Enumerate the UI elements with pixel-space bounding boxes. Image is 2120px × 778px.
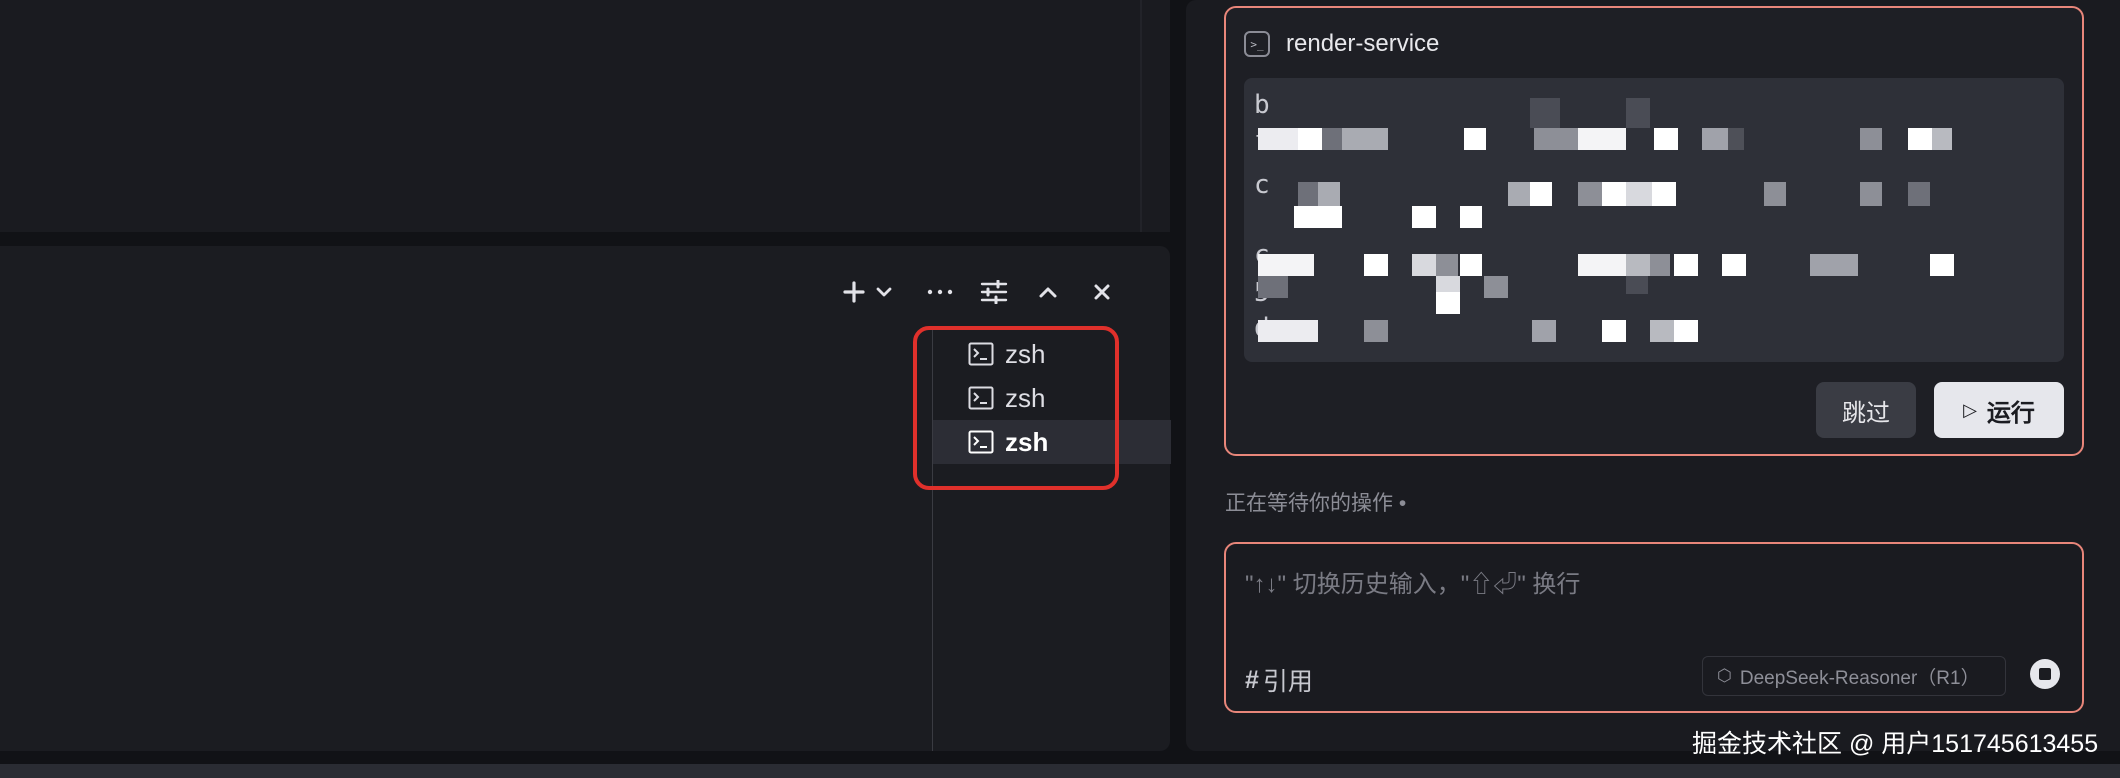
redacted-block xyxy=(1602,320,1626,342)
redacted-block xyxy=(1436,254,1458,276)
highlight-annotation xyxy=(913,326,1119,490)
skip-button[interactable]: 跳过 xyxy=(1816,382,1916,438)
redacted-block xyxy=(1530,182,1552,206)
terminal-dropdown-button[interactable] xyxy=(869,274,899,310)
redacted-block xyxy=(1728,128,1744,150)
redacted-block xyxy=(1258,128,1298,150)
redacted-char: c xyxy=(1254,170,1270,200)
chevron-up-icon xyxy=(1039,287,1057,298)
reference-label: 引用 xyxy=(1262,668,1313,696)
sliders-icon xyxy=(980,280,1008,304)
watermark: 掘金技术社区 @ 用户151745613455 xyxy=(1692,730,2099,758)
redacted-block xyxy=(1578,182,1602,206)
run-button[interactable]: ▷ 运行 xyxy=(1934,382,2064,438)
redacted-block xyxy=(1530,98,1560,128)
chat-input-placeholder: "↑↓" 切换历史输入，"⇧⏎" 换行 xyxy=(1245,571,1581,598)
redacted-block xyxy=(1364,254,1388,276)
redacted-block xyxy=(1626,98,1650,128)
redacted-block xyxy=(1298,128,1322,150)
redacted-block xyxy=(1460,254,1482,276)
close-panel-button[interactable] xyxy=(1079,274,1125,310)
stop-icon xyxy=(2039,668,2051,680)
terminal-panel: zsh zsh zsh xyxy=(0,246,1171,751)
redacted-block xyxy=(1652,182,1676,206)
redacted-block xyxy=(1508,182,1530,206)
redacted-block xyxy=(1534,128,1578,150)
waiting-status: 正在等待你的操作 • xyxy=(1225,492,1407,515)
redacted-block xyxy=(1322,128,1342,150)
hash-icon: # xyxy=(1245,665,1259,694)
redacted-block xyxy=(1930,254,1954,276)
tool-call-card: >_ render-service b f c c 5 d xyxy=(1224,6,2084,456)
redacted-block xyxy=(1702,128,1728,150)
redacted-block xyxy=(1650,254,1670,276)
redacted-block xyxy=(1860,128,1882,150)
run-button-label: 运行 xyxy=(1986,399,2035,427)
chat-input-box[interactable]: "↑↓" 切换历史输入，"⇧⏎" 换行 # 引用 ⬡ DeepSeek-Reas… xyxy=(1224,542,2084,713)
close-icon xyxy=(1094,284,1110,300)
redacted-block xyxy=(1602,182,1626,206)
redacted-block xyxy=(1674,320,1698,342)
redacted-block xyxy=(1626,182,1652,206)
redacted-block xyxy=(1412,206,1436,228)
redacted-block xyxy=(1294,206,1342,228)
maximize-panel-button[interactable] xyxy=(1025,274,1071,310)
reference-button[interactable]: # 引用 xyxy=(1245,662,1313,698)
stop-button[interactable] xyxy=(2030,659,2060,689)
redacted-block xyxy=(1298,182,1318,206)
redacted-block xyxy=(1484,276,1508,298)
editor-area[interactable] xyxy=(0,0,1142,232)
tool-card-header: >_ render-service xyxy=(1244,30,1439,58)
redacted-block xyxy=(1318,182,1340,206)
redacted-block xyxy=(1460,206,1482,228)
terminal-icon: >_ xyxy=(1244,31,1270,57)
redacted-block xyxy=(1412,254,1436,276)
redacted-block xyxy=(1810,254,1858,276)
redacted-block xyxy=(1436,292,1460,314)
service-name: render-service xyxy=(1286,30,1440,57)
redacted-block xyxy=(1342,128,1388,150)
redacted-block xyxy=(1532,320,1556,342)
redacted-block xyxy=(1258,276,1288,298)
redacted-block xyxy=(1654,128,1678,150)
redacted-block xyxy=(1932,128,1952,150)
play-icon: ▷ xyxy=(1963,399,1977,420)
cube-icon: ⬡ xyxy=(1717,666,1732,685)
chevron-down-icon xyxy=(876,287,892,297)
redacted-block xyxy=(1464,128,1486,150)
redacted-block xyxy=(1578,254,1626,276)
redacted-block xyxy=(1630,276,1648,294)
redacted-block xyxy=(1674,254,1698,276)
redacted-block xyxy=(1626,254,1650,276)
redacted-char: b xyxy=(1254,90,1270,120)
redacted-block xyxy=(1364,320,1388,342)
redacted-block xyxy=(1578,128,1626,150)
ellipsis-icon xyxy=(927,289,953,295)
status-bar xyxy=(0,764,2120,778)
redacted-block xyxy=(1908,128,1932,150)
redacted-block xyxy=(1860,182,1882,206)
more-actions-button[interactable] xyxy=(917,274,963,310)
terminal-toolbar xyxy=(831,274,1125,310)
redacted-block xyxy=(1258,320,1318,342)
redacted-block xyxy=(1722,254,1746,276)
redacted-block xyxy=(1258,254,1314,276)
terminal-settings-button[interactable] xyxy=(971,274,1017,310)
redacted-block xyxy=(1764,182,1786,206)
redacted-block xyxy=(1908,182,1930,206)
editor-panel xyxy=(0,0,1170,232)
command-code-block: b f c c 5 d xyxy=(1244,78,2064,362)
model-selector[interactable]: ⬡ DeepSeek-Reasoner（R1） xyxy=(1702,656,2006,696)
plus-icon xyxy=(843,281,865,303)
redacted-block xyxy=(1650,320,1674,342)
model-label: DeepSeek-Reasoner（R1） xyxy=(1739,667,1980,689)
